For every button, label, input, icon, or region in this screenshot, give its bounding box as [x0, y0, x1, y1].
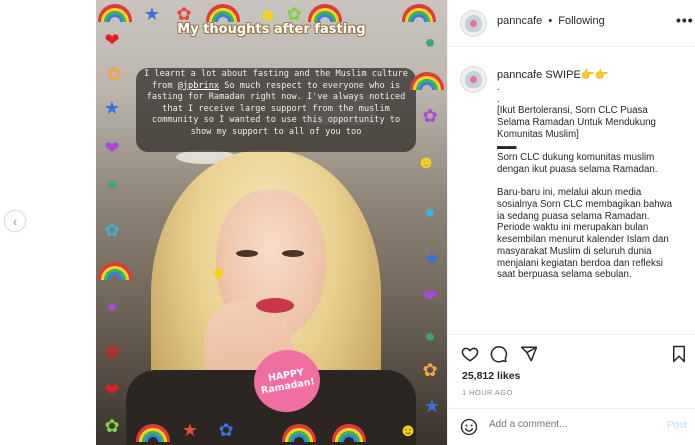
share-icon[interactable]: [520, 345, 538, 363]
caption-body: . . [Ikut Bertoleransi, Sorn CLC Puasa S…: [497, 82, 673, 281]
post-image[interactable]: My thoughts after fasting I learnt a lot…: [96, 0, 447, 445]
star-sticker: ★: [423, 248, 441, 268]
caption-avatar[interactable]: [460, 66, 487, 93]
heart-icon[interactable]: [461, 345, 479, 363]
rainbow-sticker: [206, 4, 240, 22]
star-sticker: ★: [103, 98, 121, 118]
post-comment-button[interactable]: Post: [667, 420, 687, 431]
header-username[interactable]: panncafe: [497, 15, 542, 27]
flower-sticker: ✿: [218, 420, 234, 440]
more-options-icon[interactable]: •••: [676, 12, 694, 28]
likes-count[interactable]: 25,812 likes: [462, 370, 520, 382]
flower-sticker: ✿: [104, 342, 120, 362]
comment-input[interactable]: [489, 419, 649, 430]
globe-sticker: ●: [106, 296, 118, 316]
flower-sticker: ✿: [422, 360, 438, 380]
star-sticker: ★: [423, 396, 441, 416]
post-timestamp[interactable]: 1 HOUR AGO: [462, 388, 513, 397]
flower-sticker: ✿: [176, 4, 192, 24]
heart-sticker: ❤: [422, 286, 438, 306]
comment-bar: Post: [448, 408, 695, 445]
following-status[interactable]: Following: [558, 15, 604, 27]
flower-sticker: ✿: [106, 64, 122, 84]
post-side-panel: panncafe • Following ••• panncafe SWIPE👉…: [447, 0, 695, 445]
flower-sticker: ✿: [104, 416, 120, 436]
chevron-left-icon: ‹: [12, 213, 18, 229]
smile-sticker: ☻: [398, 420, 418, 440]
instagram-post-view: ‹ My thoughts after fasting I learnt a l…: [0, 0, 695, 445]
caption-avatar-image: [465, 71, 482, 88]
heart-sticker: ❤: [104, 380, 120, 400]
heart-sticker: ❤: [104, 138, 120, 158]
rainbow-sticker: [98, 4, 132, 22]
globe-sticker: ●: [424, 326, 436, 346]
emoji-icon[interactable]: [460, 418, 478, 436]
flower-sticker: ✿: [104, 220, 120, 240]
yellow-dot-sticker: [214, 268, 223, 279]
globe-sticker: ●: [106, 174, 118, 194]
rainbow-sticker: [402, 4, 436, 22]
globe-sticker: ●: [424, 32, 436, 52]
smile-sticker: ☻: [258, 5, 278, 25]
previous-slide-button[interactable]: ‹: [4, 210, 26, 232]
globe-sticker: ●: [424, 202, 436, 222]
person-left-eye: [236, 250, 258, 257]
star-sticker: ★: [143, 4, 161, 24]
pointing-hand-emoji: 👉👉: [580, 69, 609, 81]
overlay-text: I learnt a lot about fasting and the Mus…: [140, 69, 412, 139]
clover-sticker: ✿: [286, 4, 302, 24]
person-right-eye: [282, 250, 304, 257]
flower-sticker: ✿: [422, 106, 438, 126]
star-sticker: ★: [181, 420, 199, 440]
overlay-handle: @jpbrinx: [177, 80, 220, 91]
avatar-image: [465, 15, 482, 32]
caption-headline: SWIPE: [545, 69, 581, 81]
header-separator: •: [548, 15, 553, 27]
caption-header: panncafe SWIPE👉👉: [497, 68, 608, 81]
rainbow-sticker: [308, 4, 342, 22]
person-lips: [256, 298, 294, 313]
avatar[interactable]: [460, 10, 487, 37]
caption-area[interactable]: panncafe SWIPE👉👉 . . [Ikut Bertoleransi,…: [448, 48, 695, 335]
post-header: panncafe • Following •••: [448, 0, 695, 47]
comment-icon[interactable]: [490, 345, 508, 363]
smile-sticker: ☻: [416, 152, 436, 172]
rainbow-sticker: [98, 262, 132, 280]
heart-sticker: ❤: [104, 30, 120, 50]
caption-username[interactable]: panncafe: [497, 69, 542, 81]
header-user-line: panncafe • Following: [497, 15, 605, 27]
bookmark-icon[interactable]: [670, 345, 688, 363]
